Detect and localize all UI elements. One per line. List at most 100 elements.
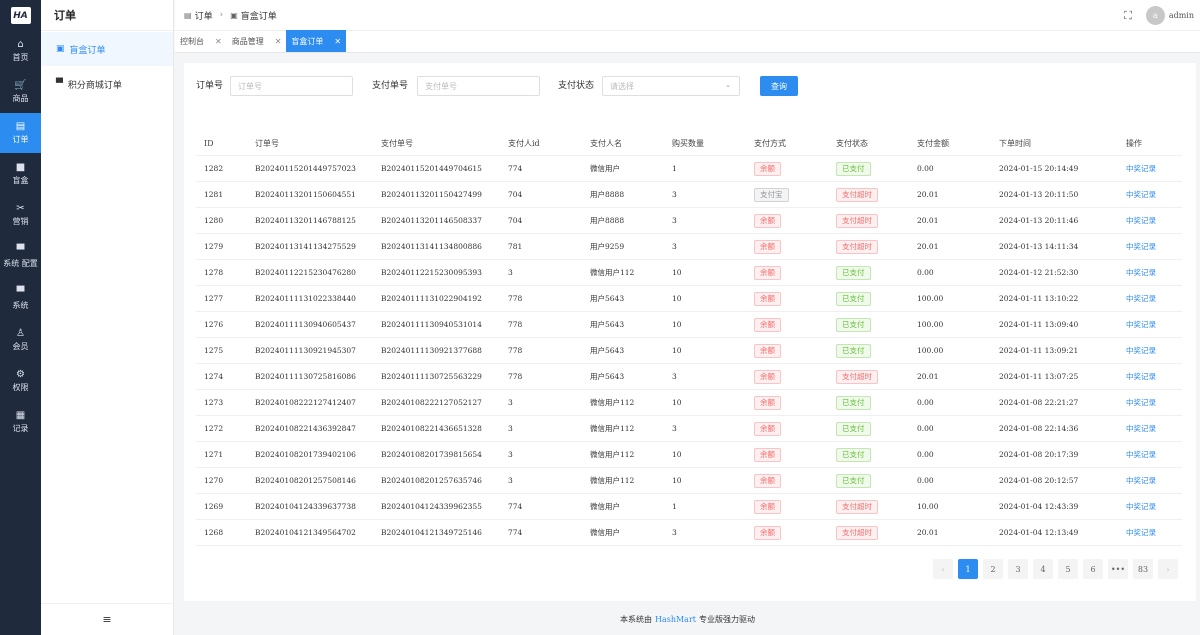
cell-action[interactable]: 中奖记录	[1126, 416, 1156, 441]
more-pages-icon[interactable]: •••	[1108, 559, 1128, 579]
cell-action[interactable]: 中奖记录	[1126, 234, 1156, 259]
order-icon: ▤	[15, 121, 26, 132]
page-button[interactable]: 5	[1058, 559, 1078, 579]
avatar[interactable]: a	[1145, 6, 1165, 25]
prize-record-link[interactable]: 中奖记录	[1126, 293, 1156, 304]
prize-record-link[interactable]: 中奖记录	[1126, 449, 1156, 460]
cell-value: B202401111309405310​14	[381, 320, 482, 329]
fullscreen-icon[interactable]: ⛶	[1124, 9, 1132, 23]
cell-action[interactable]: 中奖记录	[1126, 208, 1156, 233]
cell-pay-method: 支付宝	[754, 182, 789, 207]
page-button[interactable]: 3	[1008, 559, 1028, 579]
prize-record-link[interactable]: 中奖记录	[1126, 345, 1156, 356]
tab-label: 商品管理	[231, 36, 264, 46]
cell-value: 微信用户	[590, 528, 620, 537]
subnav-item-blindbox-orders[interactable]: ▣ 盲盒订单	[41, 32, 173, 66]
marketing-icon: ✂	[16, 203, 25, 214]
column-header-pay-status: 支付状态	[836, 138, 868, 148]
prize-record-link[interactable]: 中奖记录	[1126, 423, 1156, 434]
pay-no-input[interactable]	[417, 76, 540, 96]
cell-payer-id: 781	[508, 234, 522, 259]
prize-record-link[interactable]: 中奖记录	[1126, 501, 1156, 512]
page-button[interactable]: 2	[983, 559, 1003, 579]
cell-payer-id: 3	[508, 442, 513, 467]
breadcrumb-item[interactable]: 订单	[195, 9, 213, 22]
cell-id: 1273	[204, 390, 223, 415]
cell-value: 3	[508, 424, 513, 433]
rail-item-goods[interactable]: 🛒 商品	[0, 72, 41, 112]
prize-record-link[interactable]: 中奖记录	[1126, 189, 1156, 200]
cell-action[interactable]: 中奖记录	[1126, 286, 1156, 311]
subnav-item-points-orders[interactable]: ▀ 积分商城订单	[41, 67, 173, 101]
cell-value: 20.01	[917, 190, 939, 199]
prize-record-link[interactable]: 中奖记录	[1126, 527, 1156, 538]
cell-value: B202401131411348008​86	[381, 242, 482, 251]
order-no-input[interactable]	[230, 76, 353, 96]
cell-order-no: B202401082221274124​07	[255, 390, 356, 415]
cell-action[interactable]: 中奖记录	[1126, 494, 1156, 519]
footer-brand-link[interactable]: HashMart	[655, 615, 696, 624]
cell-id: 1282	[204, 156, 223, 181]
status-badge: 已支付	[836, 447, 871, 462]
cell-action[interactable]: 中奖记录	[1126, 182, 1156, 207]
page-button[interactable]: 83	[1133, 559, 1153, 579]
rail-item-marketing[interactable]: ✂ 营销	[0, 195, 41, 235]
table-row: 1270 B202401082012575081​46 B2024010820125…	[196, 468, 1182, 494]
cell-payer-name: 微信用户	[590, 156, 620, 181]
cell-value: 774	[508, 164, 523, 173]
cell-value: 10	[672, 346, 682, 355]
cell-action[interactable]: 中奖记录	[1126, 338, 1156, 363]
rail-item-blindbox[interactable]: ■ 盲盒	[0, 154, 41, 194]
status-badge: 支付超时	[836, 213, 878, 228]
next-page-icon[interactable]: ›	[1158, 559, 1178, 579]
cell-value: B202401111309213776​88	[381, 346, 482, 355]
cell-action[interactable]: 中奖记录	[1126, 520, 1156, 545]
prize-record-link[interactable]: 中奖记录	[1126, 319, 1156, 330]
prev-page-icon[interactable]: ‹	[933, 559, 953, 579]
status-badge: 支付超时	[836, 187, 878, 202]
prize-record-link[interactable]: 中奖记录	[1126, 267, 1156, 278]
cell-action[interactable]: 中奖记录	[1126, 260, 1156, 285]
tab-dashboard[interactable]: 控制台 ✕	[175, 30, 227, 52]
cell-quantity: 10	[672, 468, 682, 493]
close-icon[interactable]: ✕	[334, 37, 341, 46]
cell-payer-name: 微信用户112	[590, 390, 634, 415]
page-button[interactable]: 1	[958, 559, 978, 579]
tab-blindbox-orders[interactable]: 盲盒订单 ✕	[286, 30, 347, 52]
prize-record-link[interactable]: 中奖记录	[1126, 371, 1156, 382]
app-logo[interactable]: HA	[0, 0, 41, 31]
prize-record-link[interactable]: 中奖记录	[1126, 215, 1156, 226]
status-badge: 支付超时	[836, 525, 878, 540]
cell-action[interactable]: 中奖记录	[1126, 312, 1156, 337]
cell-action[interactable]: 中奖记录	[1126, 364, 1156, 389]
tab-goods[interactable]: 商品管理 ✕	[227, 30, 287, 52]
prize-record-link[interactable]: 中奖记录	[1126, 163, 1156, 174]
cell-order-no: B202401041213495647​02	[255, 520, 356, 545]
rail-item-record[interactable]: ▦ 记录	[0, 402, 41, 442]
rail-item-home[interactable]: ⌂ 首页	[0, 31, 41, 71]
pay-status-select[interactable]: 请选择 ⌄	[602, 76, 740, 96]
cell-action[interactable]: 中奖记录	[1126, 442, 1156, 467]
close-icon[interactable]: ✕	[215, 37, 222, 46]
rail-item-member[interactable]: ♙ 会员	[0, 320, 41, 360]
cell-payer-id: 778	[508, 338, 522, 363]
query-button[interactable]: 查询	[760, 76, 798, 96]
rail-item-orders[interactable]: ▤ 订单	[0, 113, 41, 153]
prize-record-link[interactable]: 中奖记录	[1126, 397, 1156, 408]
prize-record-link[interactable]: 中奖记录	[1126, 241, 1156, 252]
pay-method-tag: 余额	[754, 525, 781, 540]
rail-item-system[interactable]: ▀ 系统	[0, 279, 41, 319]
rail-item-permission[interactable]: ⚙ 权限	[0, 361, 41, 401]
username[interactable]: admin	[1169, 11, 1194, 20]
close-icon[interactable]: ✕	[275, 37, 282, 46]
page-button[interactable]: 6	[1083, 559, 1103, 579]
cell-action[interactable]: 中奖记录	[1126, 156, 1156, 181]
page-button[interactable]: 4	[1033, 559, 1053, 579]
cell-action[interactable]: 中奖记录	[1126, 390, 1156, 415]
rail-item-system-config[interactable]: ▀ 系统 配置	[0, 237, 41, 277]
collapse-menu-icon[interactable]: ≡	[41, 603, 173, 635]
cell-amount: 100.00	[917, 312, 943, 337]
cell-action[interactable]: 中奖记录	[1126, 468, 1156, 493]
pay-no-label: 支付单号	[372, 81, 409, 91]
prize-record-link[interactable]: 中奖记录	[1126, 475, 1156, 486]
